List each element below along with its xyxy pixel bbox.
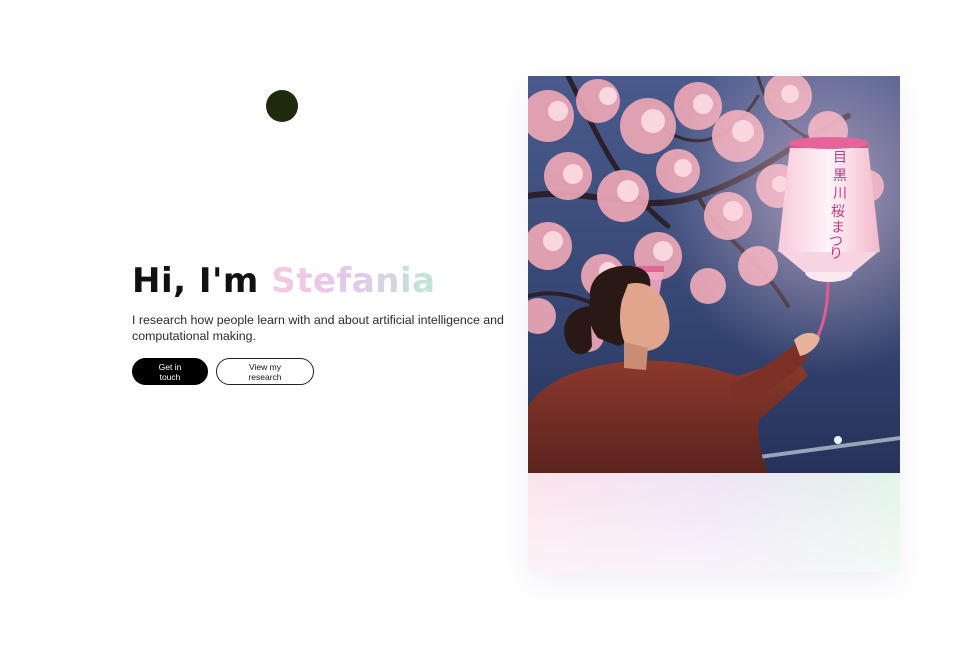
portrait-card: 目 黒 川 桜 ま つ り: [528, 76, 900, 572]
status-dot: [266, 90, 298, 122]
hero-section: Hi, I'm Stefania I research how people l…: [132, 258, 504, 385]
lantern-char-3: 川: [833, 186, 847, 202]
view-research-button[interactable]: View my research: [216, 358, 314, 385]
hero-actions: Get in touch View my research: [132, 358, 504, 385]
hero-tagline: I research how people learn with and abo…: [132, 313, 504, 343]
lantern-char-7: り: [829, 246, 843, 262]
hero-name: Stefania: [271, 261, 436, 301]
get-in-touch-button[interactable]: Get in touch: [132, 358, 208, 385]
lantern-char-1: 目: [833, 150, 847, 166]
portrait-photo: 目 黒 川 桜 ま つ り: [528, 76, 900, 473]
lantern-char-4: 桜: [831, 204, 845, 220]
hero-greeting: Hi, I'm: [132, 261, 259, 301]
portrait-card-fade: [528, 473, 900, 572]
hero-headline: Hi, I'm Stefania: [132, 258, 504, 304]
lantern-char-2: 黒: [833, 168, 847, 184]
